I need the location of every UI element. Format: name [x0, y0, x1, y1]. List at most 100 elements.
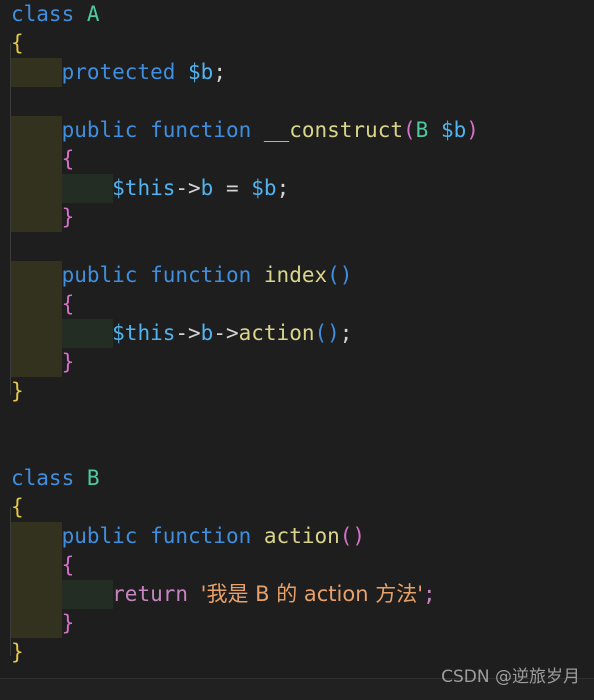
code-line[interactable]: class B [0, 464, 594, 493]
code-line-text: { [0, 290, 75, 319]
token-kw: function [150, 524, 252, 548]
token-punc: ; [339, 321, 353, 345]
code-line[interactable] [0, 435, 594, 464]
token-punc [251, 524, 264, 548]
code-line[interactable]: protected $b; [0, 58, 594, 87]
token-punc: ; [213, 60, 226, 84]
token-ret: return [112, 582, 189, 606]
code-line[interactable]: public function action() [0, 522, 594, 551]
code-line[interactable]: { [0, 29, 594, 58]
token-punc [11, 60, 62, 84]
code-line[interactable]: $this->b->action(); [0, 319, 594, 348]
token-punc [11, 118, 62, 142]
code-line-text: } [0, 638, 24, 667]
token-punc [251, 118, 264, 142]
code-editor-surface[interactable]: class A{ protected $b; public function _… [0, 0, 594, 678]
code-line-text: class B [0, 464, 100, 493]
token-fn: action [238, 321, 315, 345]
token-paren-m: ( [402, 118, 416, 142]
token-kw: public [61, 118, 138, 142]
token-brace-y: { [11, 31, 24, 55]
token-punc [74, 466, 87, 490]
token-brace-y: { [11, 495, 24, 519]
code-line[interactable]: $this->b = $b; [0, 174, 594, 203]
code-line[interactable]: } [0, 377, 594, 406]
token-punc: = [213, 176, 252, 200]
code-line-text: } [0, 348, 75, 377]
code-line-text: public function action() [0, 522, 365, 551]
token-punc: -> [213, 321, 239, 345]
code-line[interactable]: } [0, 203, 594, 232]
token-punc [11, 205, 62, 229]
code-line[interactable]: { [0, 551, 594, 580]
code-line[interactable]: { [0, 290, 594, 319]
code-line[interactable]: { [0, 493, 594, 522]
token-punc [137, 118, 150, 142]
token-brace-m: { [61, 147, 75, 171]
code-line-text: protected $b; [0, 58, 226, 87]
code-line[interactable]: } [0, 609, 594, 638]
token-punc [11, 350, 62, 374]
code-line-text: public function __construct(B $b) [0, 116, 479, 145]
code-line-text: class A [0, 0, 100, 29]
token-str: '我是 B 的 action 方法' [200, 582, 423, 606]
token-brace-y: } [11, 379, 24, 403]
token-var: $this [112, 321, 176, 345]
code-line[interactable]: public function __construct(B $b) [0, 116, 594, 145]
token-kw: class [11, 466, 75, 490]
token-punc: -> [175, 321, 201, 345]
screenshot-root: class A{ protected $b; public function _… [0, 0, 594, 700]
token-punc [251, 263, 264, 287]
token-kw: protected [61, 60, 176, 84]
token-fn: index [263, 263, 328, 287]
code-line-text: } [0, 377, 24, 406]
code-line[interactable] [0, 87, 594, 116]
code-line-text: public function index() [0, 261, 353, 290]
token-punc [11, 524, 62, 548]
token-kw: function [150, 118, 252, 142]
token-var: $b [440, 118, 467, 142]
token-punc [175, 60, 188, 84]
token-punc [137, 524, 150, 548]
code-line[interactable]: return '我是 B 的 action 方法'; [0, 580, 594, 609]
code-lines-container[interactable]: class A{ protected $b; public function _… [0, 0, 594, 667]
token-kw: public [61, 524, 138, 548]
token-brace-m: { [61, 292, 75, 316]
code-line[interactable]: { [0, 145, 594, 174]
token-var: $b [251, 176, 277, 200]
token-kw: function [150, 263, 252, 287]
token-var: $b [188, 60, 214, 84]
token-punc [11, 582, 112, 606]
token-paren-b: () [314, 321, 340, 345]
token-fn: action [263, 524, 340, 548]
token-brace-m: } [61, 350, 75, 374]
code-line-text: } [0, 609, 75, 638]
token-punc: -> [175, 176, 201, 200]
token-cls: B [86, 466, 100, 490]
token-cls: A [86, 2, 100, 26]
code-line[interactable] [0, 406, 594, 435]
code-line[interactable]: class A [0, 0, 594, 29]
token-kw: class [11, 2, 75, 26]
token-paren-b: () [327, 263, 353, 287]
code-line-text: $this->b->action(); [0, 319, 352, 348]
code-line-text: $this->b = $b; [0, 174, 289, 203]
code-line[interactable]: } [0, 348, 594, 377]
code-line-text: } [0, 203, 75, 232]
token-brace-y: } [11, 640, 24, 664]
token-punc [188, 582, 201, 606]
token-punc [11, 147, 62, 171]
token-brace-m: } [61, 611, 75, 635]
token-punc [11, 292, 62, 316]
csdn-watermark: CSDN @逆旅岁月 [441, 667, 580, 687]
token-punc [428, 118, 441, 142]
token-punc [11, 553, 62, 577]
token-var: $this [112, 176, 176, 200]
code-line[interactable]: public function index() [0, 261, 594, 290]
token-var: b [200, 176, 214, 200]
token-punc [11, 321, 112, 345]
code-line[interactable] [0, 232, 594, 261]
token-punc [11, 176, 112, 200]
